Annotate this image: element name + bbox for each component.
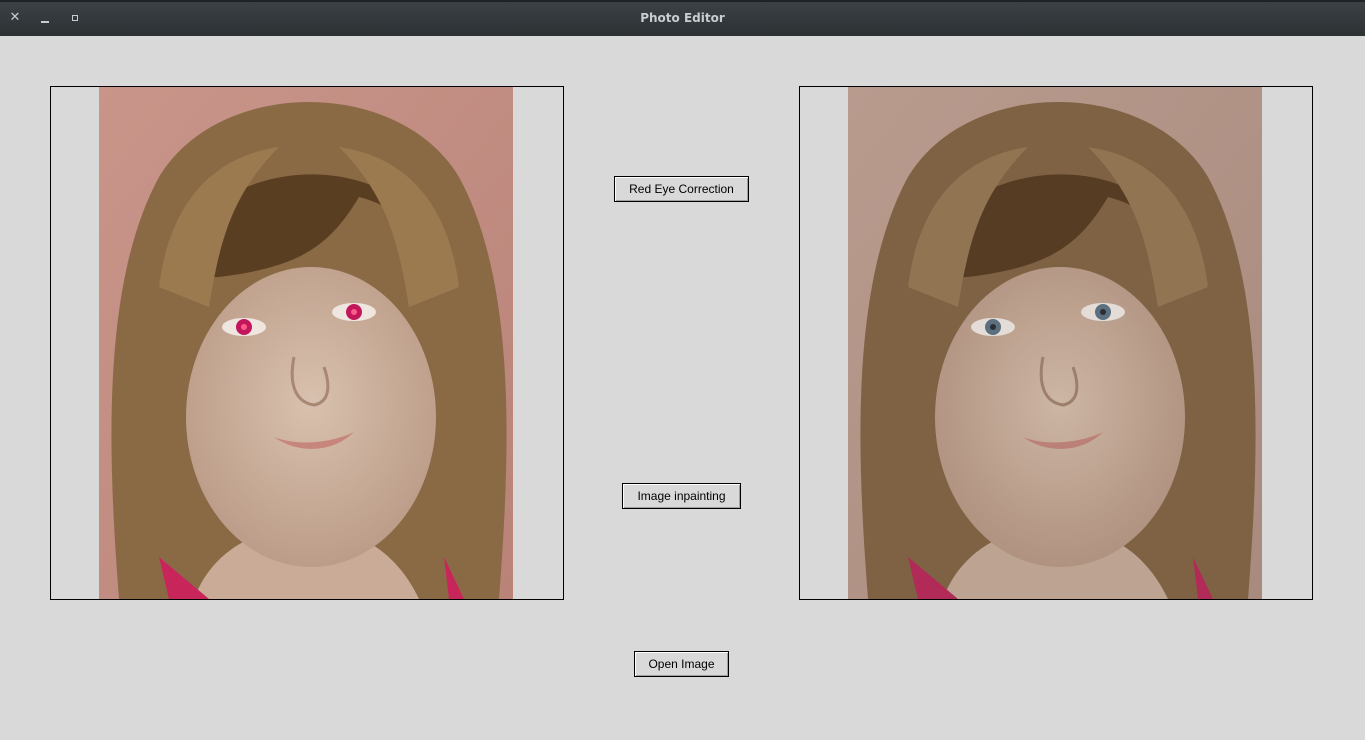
red-eye-correction-button[interactable]: Red Eye Correction [614,176,749,202]
original-image-canvas [50,86,564,600]
portrait-corrected [848,87,1262,599]
result-photo [848,87,1262,599]
original-photo [99,87,513,599]
portrait-original [99,87,513,599]
open-image-button[interactable]: Open Image [634,651,729,677]
window-title: Photo Editor [640,11,725,25]
result-image-canvas [799,86,1313,600]
window-titlebar: ✕ Photo Editor [0,0,1365,36]
image-inpainting-button[interactable]: Image inpainting [622,483,741,509]
